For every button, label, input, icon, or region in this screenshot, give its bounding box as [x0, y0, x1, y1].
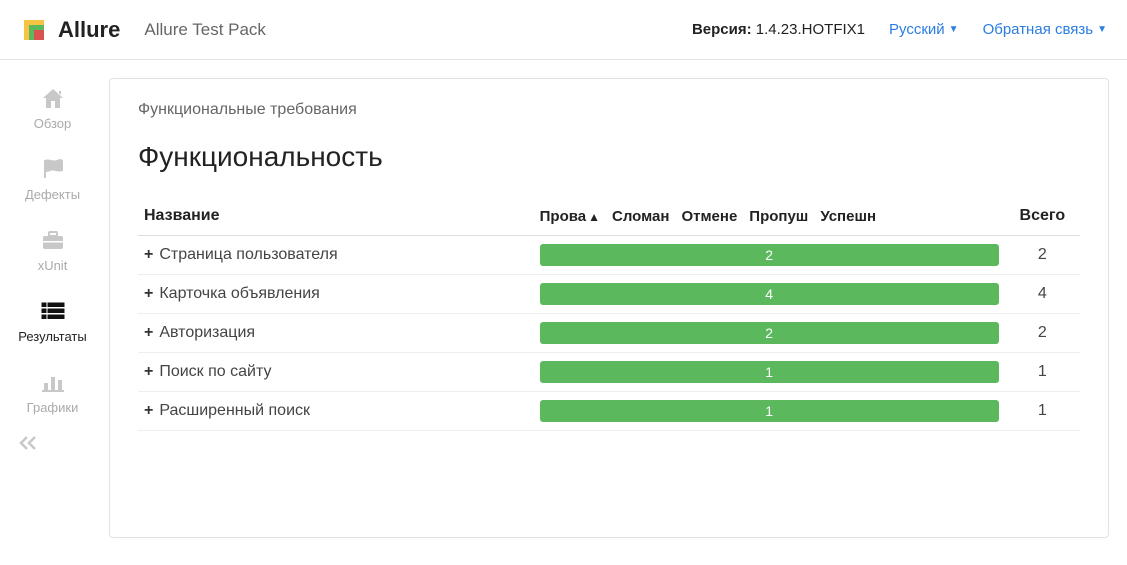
- table-row[interactable]: + Расширенный поиск 11: [138, 392, 1080, 431]
- sidebar-item-label: Обзор: [34, 116, 72, 131]
- project-title: Allure Test Pack: [144, 20, 266, 40]
- allure-logo-icon: [20, 16, 48, 44]
- bar-chart-icon: [40, 368, 66, 396]
- sidebar-item-xunit[interactable]: xUnit: [0, 216, 105, 287]
- sidebar-item-overview[interactable]: Обзор: [0, 74, 105, 145]
- table-row[interactable]: + Страница пользователя 22: [138, 236, 1080, 275]
- briefcase-icon: [40, 226, 66, 254]
- status-bar: 4: [540, 283, 999, 305]
- table-row[interactable]: + Поиск по сайту 11: [138, 353, 1080, 392]
- sidebar-item-label: Дефекты: [25, 187, 80, 202]
- row-bar-cell: 1: [534, 392, 1005, 431]
- row-bar-cell: 2: [534, 236, 1005, 275]
- row-total: 2: [1005, 236, 1080, 275]
- row-bar-cell: 4: [534, 275, 1005, 314]
- column-header-passed[interactable]: Успешн: [820, 208, 876, 225]
- version-value: 1.4.23.HOTFIX1: [756, 21, 865, 38]
- column-header-name[interactable]: Название: [138, 197, 534, 236]
- row-total: 2: [1005, 314, 1080, 353]
- features-table: Название Прова▲ Сломан Отмене Пропуш Усп…: [138, 197, 1080, 431]
- list-icon: [40, 297, 66, 325]
- caret-down-icon: ▼: [1097, 24, 1107, 35]
- expand-icon[interactable]: +: [144, 246, 153, 263]
- feedback-label: Обратная связь: [983, 21, 1094, 38]
- page-title: Функциональность: [138, 141, 1080, 173]
- row-name: Поиск по сайту: [159, 363, 271, 380]
- main-panel: Функциональные требования Функциональнос…: [109, 78, 1109, 538]
- row-total: 4: [1005, 275, 1080, 314]
- expand-icon[interactable]: +: [144, 285, 153, 302]
- column-header-cancelled[interactable]: Отмене: [681, 208, 737, 225]
- row-name-cell: + Поиск по сайту: [138, 353, 534, 392]
- row-name: Страница пользователя: [159, 246, 337, 263]
- sidebar: Обзор Дефекты xUnit Результаты: [0, 60, 105, 556]
- sort-asc-icon: ▲: [588, 210, 600, 224]
- sidebar-item-defects[interactable]: Дефекты: [0, 145, 105, 216]
- column-headers-metrics: Прова▲ Сломан Отмене Пропуш Успешн: [534, 197, 1005, 236]
- row-bar-cell: 1: [534, 353, 1005, 392]
- language-dropdown[interactable]: Русский ▼: [889, 21, 959, 38]
- status-bar: 2: [540, 244, 999, 266]
- row-name-cell: + Страница пользователя: [138, 236, 534, 275]
- row-name-cell: + Карточка объявления: [138, 275, 534, 314]
- sidebar-collapse-button[interactable]: [0, 435, 105, 454]
- row-name-cell: + Расширенный поиск: [138, 392, 534, 431]
- table-row[interactable]: + Авторизация 22: [138, 314, 1080, 353]
- row-name: Расширенный поиск: [159, 402, 310, 419]
- breadcrumb[interactable]: Функциональные требования: [138, 101, 1080, 119]
- caret-down-icon: ▼: [949, 24, 959, 35]
- row-total: 1: [1005, 353, 1080, 392]
- header: Allure Allure Test Pack Версия: 1.4.23.H…: [0, 0, 1127, 60]
- sidebar-item-label: Результаты: [18, 329, 86, 344]
- version-label: Версия:: [692, 21, 752, 38]
- row-name: Авторизация: [159, 324, 255, 341]
- flag-icon: [40, 155, 66, 183]
- row-bar-cell: 2: [534, 314, 1005, 353]
- column-header-failed[interactable]: Прова▲: [540, 208, 600, 225]
- home-icon: [40, 84, 66, 112]
- sidebar-item-results[interactable]: Результаты: [0, 287, 105, 358]
- column-header-broken[interactable]: Сломан: [612, 208, 669, 225]
- expand-icon[interactable]: +: [144, 324, 153, 341]
- status-bar: 1: [540, 400, 999, 422]
- table-row[interactable]: + Карточка объявления 44: [138, 275, 1080, 314]
- expand-icon[interactable]: +: [144, 402, 153, 419]
- status-bar: 1: [540, 361, 999, 383]
- sidebar-item-graphs[interactable]: Графики: [0, 358, 105, 429]
- row-name: Карточка объявления: [159, 285, 320, 302]
- sidebar-item-label: xUnit: [38, 258, 68, 273]
- row-name-cell: + Авторизация: [138, 314, 534, 353]
- brand-name: Allure: [58, 17, 120, 43]
- logo-block: Allure: [20, 16, 120, 44]
- status-bar: 2: [540, 322, 999, 344]
- column-header-skipped[interactable]: Пропуш: [749, 208, 808, 225]
- row-total: 1: [1005, 392, 1080, 431]
- sidebar-item-label: Графики: [27, 400, 79, 415]
- expand-icon[interactable]: +: [144, 363, 153, 380]
- chevron-double-left-icon: [18, 438, 38, 454]
- column-header-total[interactable]: Всего: [1005, 197, 1080, 236]
- version-label-block: Версия: 1.4.23.HOTFIX1: [692, 21, 865, 38]
- feedback-dropdown[interactable]: Обратная связь ▼: [983, 21, 1107, 38]
- language-label: Русский: [889, 21, 945, 38]
